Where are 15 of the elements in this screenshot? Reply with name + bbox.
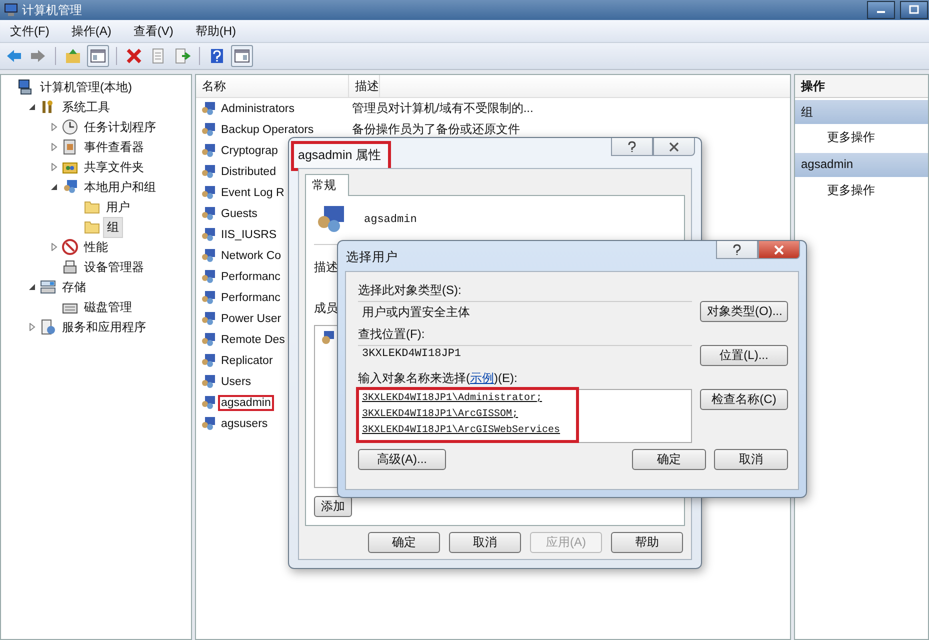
field-label: 成员 [314, 300, 338, 317]
object-name: 3KXLEKD4WI18JP1\ArcGISSOM; [362, 408, 520, 422]
group-description: 备份操作员为了备份或还原文件 [351, 121, 520, 138]
window-title: 计算机管理 [22, 2, 82, 18]
actions-header: 操作 [795, 75, 928, 98]
field-label: 查找位置(F): [358, 326, 425, 343]
dialog-title: 选择用户 [345, 249, 399, 266]
dialog-title: agsadmin 属性 [291, 141, 391, 171]
field-label: 选择此对象类型(S): [358, 282, 462, 299]
object-name: 3KXLEKD4WI18JP1\Administrator; [362, 392, 544, 406]
field-label: 描述 [314, 258, 338, 276]
group-name: agsadmin [364, 214, 417, 226]
object-name: 3KXLEKD4WI18JP1\ArcGISWebServices [362, 424, 560, 438]
field-label: 输入对象名称来选择(示例)(E): [358, 370, 518, 387]
group-description: 管理员对计算机/域有不受限制的... [351, 100, 534, 117]
